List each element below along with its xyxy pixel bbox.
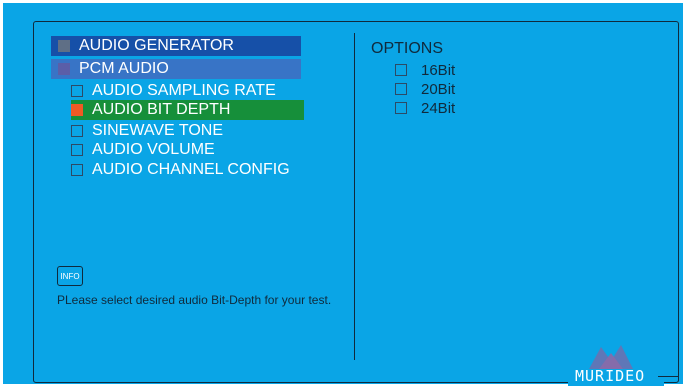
menu-header-label: PCM AUDIO bbox=[79, 60, 169, 77]
checkbox-icon bbox=[71, 164, 83, 176]
panel-divider bbox=[354, 33, 355, 360]
menu-item-label: AUDIO BIT DEPTH bbox=[92, 101, 231, 118]
menu-header-pcm-audio[interactable]: PCM AUDIO bbox=[51, 59, 301, 79]
options-title: OPTIONS bbox=[371, 40, 444, 57]
menu-header-audio-generator[interactable]: AUDIO GENERATOR bbox=[51, 36, 301, 56]
checkbox-icon bbox=[71, 125, 83, 137]
menu-item-label: SINEWAVE TONE bbox=[92, 122, 223, 139]
option-label: 20Bit bbox=[421, 80, 456, 98]
menu-item-audio-sampling-rate[interactable]: AUDIO SAMPLING RATE bbox=[71, 81, 331, 101]
menu-item-sinewave-tone[interactable]: SINEWAVE TONE bbox=[71, 121, 331, 141]
option-20bit[interactable]: 20Bit bbox=[395, 80, 455, 98]
menu-item-audio-channel-config[interactable]: AUDIO CHANNEL CONFIG bbox=[71, 160, 331, 180]
checkbox-icon[interactable] bbox=[395, 102, 407, 114]
checkbox-icon bbox=[71, 144, 83, 156]
info-button[interactable]: INFO bbox=[57, 266, 83, 286]
option-16bit[interactable]: 16Bit bbox=[395, 61, 455, 79]
menu-item-label: AUDIO CHANNEL CONFIG bbox=[92, 161, 290, 178]
checkbox-icon bbox=[71, 85, 83, 97]
menu-item-label: AUDIO VOLUME bbox=[92, 141, 215, 158]
checkbox-icon[interactable] bbox=[395, 64, 407, 76]
screen: AUDIO GENERATOR PCM AUDIO AUDIO SAMPLING… bbox=[3, 3, 683, 386]
option-label: 24Bit bbox=[421, 99, 456, 117]
brand-name: MURIDEO bbox=[575, 367, 646, 385]
menu-box-icon bbox=[58, 63, 70, 75]
checkbox-icon[interactable] bbox=[395, 83, 407, 95]
menu-item-label: AUDIO SAMPLING RATE bbox=[92, 82, 276, 99]
menu-item-audio-bit-depth[interactable]: AUDIO BIT DEPTH bbox=[71, 100, 304, 120]
active-marker-icon bbox=[71, 104, 83, 116]
menu-header-label: AUDIO GENERATOR bbox=[79, 37, 234, 54]
info-text: PLease select desired audio Bit-Depth fo… bbox=[57, 293, 332, 307]
brand-line bbox=[658, 376, 678, 377]
menu-box-icon bbox=[58, 40, 70, 52]
option-label: 16Bit bbox=[421, 61, 456, 79]
murideo-mountain-icon bbox=[589, 345, 633, 369]
menu-item-audio-volume[interactable]: AUDIO VOLUME bbox=[71, 140, 331, 160]
option-24bit[interactable]: 24Bit bbox=[395, 99, 455, 117]
